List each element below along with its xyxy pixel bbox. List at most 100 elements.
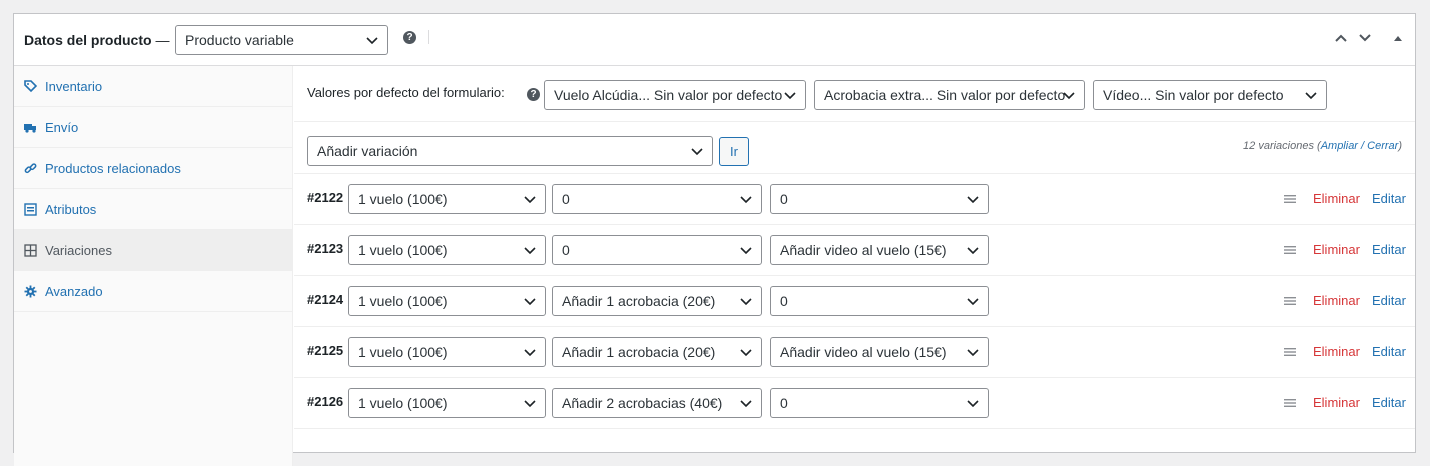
variation-row: #2122 1 vuelo (100€) 0 0 Eliminar Editar [294, 174, 1415, 225]
tab-label: Inventario [45, 78, 103, 94]
variation-row: #2126 1 vuelo (100€) Añadir 2 acrobacias… [294, 378, 1415, 429]
variation-id: #2122 [307, 190, 344, 205]
tab-label: Envío [45, 119, 79, 135]
select-value: 0 [780, 191, 788, 207]
select-value: Vuelo Alcúdia... Sin valor por defecto [554, 87, 783, 103]
delete-variation-link[interactable]: Eliminar [1313, 395, 1360, 410]
list-icon [24, 202, 37, 216]
move-down-icon[interactable] [1357, 30, 1373, 46]
tab-inventory[interactable]: Inventario [14, 66, 292, 107]
select-value: Acrobacia extra... Sin valor por defecto [824, 87, 1066, 103]
variation-acrobatics-select[interactable]: Añadir 2 acrobacias (40€) [552, 388, 762, 418]
product-type-value: Producto variable [185, 32, 294, 48]
product-type-select[interactable]: Producto variable [175, 25, 388, 55]
variation-acrobatics-select[interactable]: Añadir 1 acrobacia (20€) [552, 286, 762, 316]
select-value: 1 vuelo (100€) [358, 293, 448, 309]
variation-flight-select[interactable]: 1 vuelo (100€) [348, 235, 546, 265]
tab-linked-products[interactable]: Productos relacionados [14, 148, 292, 189]
chevron-down-icon [967, 349, 979, 357]
chevron-down-icon [691, 148, 703, 156]
delete-variation-link[interactable]: Eliminar [1313, 293, 1360, 308]
chevron-down-icon [366, 37, 378, 45]
tab-shipping[interactable]: Envío [14, 107, 292, 148]
delete-variation-link[interactable]: Eliminar [1313, 191, 1360, 206]
variation-flight-select[interactable]: 1 vuelo (100€) [348, 337, 546, 367]
chevron-down-icon [967, 400, 979, 408]
drag-handle-icon[interactable] [1284, 296, 1296, 306]
product-data-panel: Datos del producto — Producto variable ?… [13, 13, 1416, 466]
variation-id: #2124 [307, 292, 344, 307]
link-icon [24, 162, 37, 175]
add-variation-select[interactable]: Añadir variación [307, 136, 713, 166]
select-value: Añadir video al vuelo (15€) [780, 242, 947, 258]
move-up-icon[interactable] [1333, 30, 1349, 46]
chevron-down-icon [740, 400, 752, 408]
variation-flight-select[interactable]: 1 vuelo (100€) [348, 286, 546, 316]
go-button[interactable]: Ir [719, 137, 749, 166]
select-value: Añadir 1 acrobacia (20€) [562, 344, 716, 360]
panel-header: Datos del producto — Producto variable ? [14, 14, 1415, 66]
delete-variation-link[interactable]: Eliminar [1313, 242, 1360, 257]
tab-variations[interactable]: Variaciones [14, 230, 292, 271]
close-all-link[interactable]: Cerrar [1367, 140, 1398, 152]
edit-variation-link[interactable]: Editar [1372, 395, 1406, 410]
add-variation-row: Añadir variación Ir 12 variaciones (Ampl… [294, 122, 1415, 174]
variation-acrobatics-select[interactable]: 0 [552, 235, 762, 265]
variation-id: #2125 [307, 343, 344, 358]
variation-video-select[interactable]: Añadir video al vuelo (15€) [770, 235, 989, 265]
variation-flight-select[interactable]: 1 vuelo (100€) [348, 184, 546, 214]
truck-icon [24, 121, 37, 134]
select-value: Añadir video al vuelo (15€) [780, 344, 947, 360]
select-value: 0 [780, 293, 788, 309]
expand-all-link[interactable]: Ampliar [1321, 140, 1358, 152]
edit-variation-link[interactable]: Editar [1372, 242, 1406, 257]
defaults-label: Valores por defecto del formulario: [307, 85, 505, 100]
variation-video-select[interactable]: 0 [770, 184, 989, 214]
variation-acrobatics-select[interactable]: Añadir 1 acrobacia (20€) [552, 337, 762, 367]
edit-variation-link[interactable]: Editar [1372, 191, 1406, 206]
select-value: 1 vuelo (100€) [358, 191, 448, 207]
variation-row: #2124 1 vuelo (100€) Añadir 1 acrobacia … [294, 276, 1415, 327]
help-icon[interactable]: ? [527, 88, 540, 101]
chevron-down-icon [740, 247, 752, 255]
select-value: Vídeo... Sin valor por defecto [1103, 87, 1284, 103]
default-form-values: Valores por defecto del formulario: ? Vu… [294, 66, 1415, 122]
select-value: 1 vuelo (100€) [358, 395, 448, 411]
delete-variation-link[interactable]: Eliminar [1313, 344, 1360, 359]
drag-handle-icon[interactable] [1284, 398, 1296, 408]
drag-handle-icon[interactable] [1284, 245, 1296, 255]
gear-icon [24, 285, 37, 298]
chevron-down-icon [967, 196, 979, 204]
variation-video-select[interactable]: Añadir video al vuelo (15€) [770, 337, 989, 367]
select-value: 0 [562, 191, 570, 207]
collapse-toggle-icon[interactable] [1390, 30, 1406, 46]
chevron-down-icon [740, 196, 752, 204]
chevron-down-icon [524, 298, 536, 306]
drag-handle-icon[interactable] [1284, 347, 1296, 357]
default-select-acrobatics[interactable]: Acrobacia extra... Sin valor por defecto [814, 80, 1085, 110]
chevron-down-icon [784, 92, 796, 100]
variation-flight-select[interactable]: 1 vuelo (100€) [348, 388, 546, 418]
grid-icon [24, 243, 37, 257]
default-select-video[interactable]: Vídeo... Sin valor por defecto [1093, 80, 1327, 110]
default-select-flight[interactable]: Vuelo Alcúdia... Sin valor por defecto [544, 80, 806, 110]
tab-attributes[interactable]: Atributos [14, 189, 292, 230]
edit-variation-link[interactable]: Editar [1372, 293, 1406, 308]
variation-row: #2123 1 vuelo (100€) 0 Añadir video al v… [294, 225, 1415, 276]
chevron-down-icon [1305, 92, 1317, 100]
drag-handle-icon[interactable] [1284, 194, 1296, 204]
variation-acrobatics-select[interactable]: 0 [552, 184, 762, 214]
edit-variation-link[interactable]: Editar [1372, 344, 1406, 359]
variations-panel: Valores por defecto del formulario: ? Vu… [294, 66, 1415, 466]
variation-row: #2125 1 vuelo (100€) Añadir 1 acrobacia … [294, 327, 1415, 378]
chevron-down-icon [524, 247, 536, 255]
help-icon[interactable]: ? [403, 31, 416, 44]
variation-video-select[interactable]: 0 [770, 388, 989, 418]
select-value: Añadir 1 acrobacia (20€) [562, 293, 716, 309]
select-value: 1 vuelo (100€) [358, 242, 448, 258]
product-data-tabs: Inventario Envío Productos relacionados … [14, 66, 293, 466]
variation-id: #2126 [307, 394, 344, 409]
chevron-down-icon [524, 349, 536, 357]
variation-video-select[interactable]: 0 [770, 286, 989, 316]
tab-advanced[interactable]: Avanzado [14, 271, 292, 312]
